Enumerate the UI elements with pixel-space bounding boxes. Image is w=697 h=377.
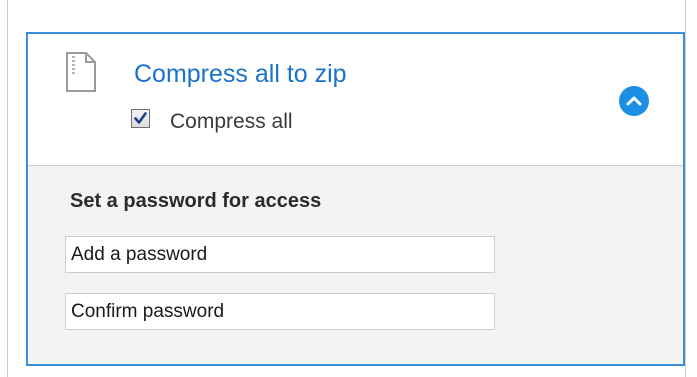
pane-left-divider <box>7 0 8 377</box>
zip-file-icon <box>66 52 96 92</box>
compress-all-checkbox[interactable] <box>131 109 150 128</box>
compress-panel: Compress all to zip Compress all Set a p… <box>26 32 685 366</box>
chevron-up-icon <box>626 96 642 106</box>
confirm-password-field[interactable] <box>65 293 495 330</box>
compress-panel-header[interactable]: Compress all to zip Compress all <box>28 34 683 166</box>
password-heading: Set a password for access <box>70 190 322 212</box>
settings-pane: Compress all to zip Compress all Set a p… <box>0 0 697 377</box>
password-section: Set a password for access <box>28 166 683 364</box>
password-field[interactable] <box>65 236 495 273</box>
panel-title: Compress all to zip <box>134 60 347 88</box>
compress-all-label[interactable]: Compress all <box>170 110 293 134</box>
checkmark-icon <box>134 112 147 124</box>
pane-right-divider <box>685 0 686 377</box>
collapse-button[interactable] <box>619 86 649 116</box>
